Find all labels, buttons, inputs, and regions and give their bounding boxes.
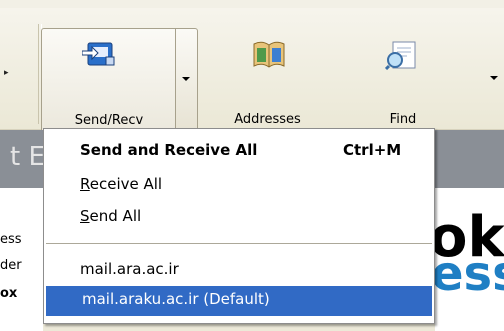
find-button[interactable]: Find	[363, 28, 443, 132]
menu-item-default-account[interactable]: mail.araku.ac.ir (Default)	[46, 286, 432, 316]
send-receive-icon	[82, 42, 115, 66]
menu-item-label: mail.ara.ac.ir	[80, 260, 179, 278]
find-dropdown-icon[interactable]	[490, 76, 498, 80]
menu-item-label: Receive All	[80, 175, 163, 193]
folder-item[interactable]: der	[0, 258, 22, 273]
logo-text-bottom: ess	[435, 246, 504, 302]
send-receive-menu: Send and Receive All Ctrl+M Receive All …	[43, 128, 435, 324]
menu-item-send-and-receive-all[interactable]: Send and Receive All Ctrl+M	[80, 141, 401, 159]
menu-separator	[46, 243, 432, 244]
send-receive-dropdown-button[interactable]	[175, 28, 198, 134]
menu-item-receive-all[interactable]: Receive All	[80, 175, 162, 193]
folder-pane: ess der ox	[0, 188, 43, 331]
menu-item-shortcut: Ctrl+M	[343, 141, 402, 159]
find-icon	[385, 41, 416, 70]
addresses-label: Addresses	[234, 112, 301, 127]
menu-item-send-all[interactable]: Send All	[80, 207, 141, 225]
preview-pane: ok ess	[435, 188, 504, 331]
address-book-icon	[253, 41, 285, 68]
folder-item[interactable]: ess	[0, 232, 22, 247]
find-label: Find	[389, 112, 417, 127]
send-receive-label: Send/Recv	[74, 113, 144, 128]
toolbar-overflow-left-icon: ▸	[4, 68, 9, 78]
menu-item-label: Send All	[80, 207, 142, 225]
toolbar: ▸ Send/Recv Addresses Find	[0, 8, 504, 134]
folder-item[interactable]: ox	[0, 286, 17, 301]
dropdown-arrow-icon	[182, 77, 190, 81]
menu-bar-clipped	[0, 0, 504, 8]
menu-item-label: mail.araku.ac.ir (Default)	[82, 290, 270, 308]
send-receive-button[interactable]: Send/Recv	[41, 28, 176, 134]
menu-item-label: Send and Receive All	[80, 141, 258, 159]
menu-item-account[interactable]: mail.ara.ac.ir	[80, 260, 179, 278]
addresses-button[interactable]: Addresses	[220, 28, 315, 132]
folder-header-text: t E	[10, 142, 45, 172]
